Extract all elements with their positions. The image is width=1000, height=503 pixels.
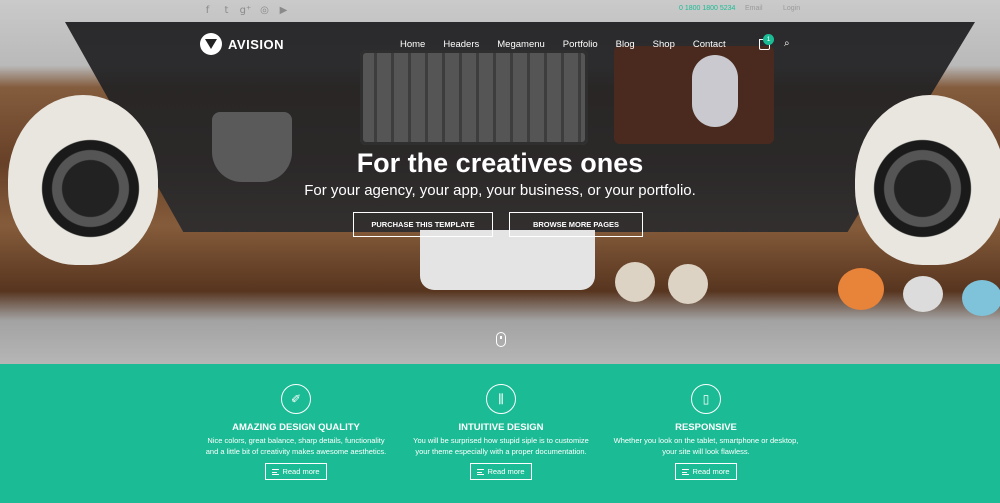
phone-number: 0 1800 1800 5234 xyxy=(679,5,736,12)
feature-responsive: ▯ RESPONSIVE Whether you look on the tab… xyxy=(596,384,816,480)
main-nav: Home Headers Megamenu Portfolio Blog Sho… xyxy=(400,39,744,50)
toy-image xyxy=(962,280,1000,316)
twitter-icon[interactable]: t xyxy=(220,4,233,17)
nav-item-shop[interactable]: Shop xyxy=(653,39,675,50)
login-link[interactable]: Login xyxy=(783,5,800,12)
nav-item-blog[interactable]: Blog xyxy=(616,39,635,50)
email-link[interactable]: Email xyxy=(745,5,763,12)
dribbble-icon[interactable]: ◎ xyxy=(258,4,271,17)
mouse-image xyxy=(692,55,738,127)
nav-item-megamenu[interactable]: Megamenu xyxy=(497,39,545,50)
top-bar: f t g⁺ ◎ ▶ 0 1800 1800 5234 Email Login xyxy=(0,4,1000,18)
youtube-icon[interactable]: ▶ xyxy=(277,4,290,17)
feature-text-line: Nice colors, great balance, sharp detail… xyxy=(207,436,385,445)
logo-mark-icon xyxy=(200,33,222,55)
smartphone-icon: ▯ xyxy=(691,384,721,414)
features-section: ✐ AMAZING DESIGN QUALITY Nice colors, gr… xyxy=(0,364,1000,503)
list-icon xyxy=(682,469,690,476)
hero-subtitle: For your agency, your app, your business… xyxy=(304,182,696,199)
feature-text-line: Whether you look on the tablet, smartpho… xyxy=(613,436,799,445)
coin-image xyxy=(615,262,655,302)
sliders-icon: ⫼ xyxy=(486,384,516,414)
cart-count-badge: 1 xyxy=(763,34,774,45)
toy-image xyxy=(903,276,943,312)
feature-title: AMAZING DESIGN QUALITY xyxy=(232,422,360,433)
feature-intuitive-design: ⫼ INTUITIVE DESIGN You will be surprised… xyxy=(391,384,611,480)
read-more-button[interactable]: Read more xyxy=(470,463,532,480)
social-links: f t g⁺ ◎ ▶ xyxy=(201,4,290,17)
google-plus-icon[interactable]: g⁺ xyxy=(239,4,252,17)
list-icon xyxy=(477,469,485,476)
read-more-button[interactable]: Read more xyxy=(675,463,737,480)
brand-name: AVISION xyxy=(228,36,284,52)
feature-title: RESPONSIVE xyxy=(675,422,737,433)
facebook-icon[interactable]: f xyxy=(201,4,214,17)
coin-image xyxy=(668,264,708,304)
read-more-label: Read more xyxy=(282,467,320,476)
monitor-stand-image xyxy=(420,230,595,290)
list-icon xyxy=(272,469,280,476)
feature-text-line: your site will look flawless. xyxy=(662,446,750,456)
feature-text: Nice colors, great balance, sharp detail… xyxy=(186,436,406,457)
feature-text: You will be surprised how stupid siple i… xyxy=(391,436,611,457)
feature-text-line: your theme especially with a proper docu… xyxy=(415,446,587,456)
nav-item-portfolio[interactable]: Portfolio xyxy=(563,39,598,50)
feature-title: INTUITIVE DESIGN xyxy=(458,422,544,433)
keyboard-image xyxy=(360,50,588,145)
hero-title: For the creatives ones xyxy=(356,148,644,178)
feature-design-quality: ✐ AMAZING DESIGN QUALITY Nice colors, gr… xyxy=(186,384,406,480)
purchase-template-button[interactable]: PURCHASE THIS TEMPLATE xyxy=(353,212,493,237)
speaker-right-image xyxy=(855,95,1000,265)
nav-item-contact[interactable]: Contact xyxy=(693,39,726,50)
magic-wand-icon: ✐ xyxy=(281,384,311,414)
read-more-button[interactable]: Read more xyxy=(265,463,327,480)
browse-pages-button[interactable]: BROWSE MORE PAGES xyxy=(509,212,643,237)
toy-image xyxy=(838,268,884,310)
nav-item-home[interactable]: Home xyxy=(400,39,425,50)
scroll-down-icon[interactable] xyxy=(496,332,506,347)
speaker-left-image xyxy=(8,95,158,265)
read-more-label: Read more xyxy=(692,467,730,476)
logo[interactable]: AVISION xyxy=(200,33,284,55)
feature-text-line: and a little bit of creativity makes awe… xyxy=(205,446,387,456)
feature-text: Whether you look on the tablet, smartpho… xyxy=(596,436,816,457)
feature-text-line: You will be surprised how stupid siple i… xyxy=(413,436,589,445)
search-icon[interactable]: ⌕ xyxy=(784,39,794,49)
read-more-label: Read more xyxy=(487,467,525,476)
nav-item-headers[interactable]: Headers xyxy=(443,39,479,50)
